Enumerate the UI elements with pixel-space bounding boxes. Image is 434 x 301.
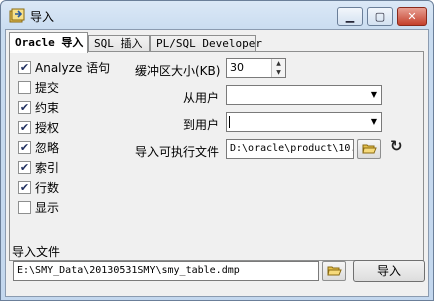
from-user-label: 从用户: [183, 91, 220, 105]
option-constraints[interactable]: ✔ 约束: [18, 99, 59, 115]
close-button[interactable]: ✕: [397, 7, 427, 26]
executable-label: 导入可执行文件: [135, 145, 220, 159]
spin-down-icon[interactable]: ▼: [272, 68, 285, 77]
option-show[interactable]: 显示: [18, 199, 59, 215]
executable-path-input[interactable]: D:\oracle\product\10.: [226, 139, 354, 159]
import-icon: [9, 8, 25, 23]
checkbox[interactable]: ✔: [18, 120, 31, 134]
import-file-input[interactable]: E:\SMY_Data\20130531SMY\smy_table.dmp: [13, 261, 319, 281]
checkbox[interactable]: [18, 80, 31, 94]
option-grants[interactable]: ✔ 授权: [18, 119, 59, 135]
from-user-select[interactable]: ▼: [226, 85, 382, 105]
checkbox[interactable]: ✔: [18, 160, 31, 174]
import-file-value: E:\SMY_Data\20130531SMY\smy_table.dmp: [17, 265, 240, 276]
option-ignore[interactable]: ✔ 忽略: [18, 139, 59, 155]
option-analyze[interactable]: ✔ Analyze 语句: [18, 59, 110, 75]
dialog-client: Oracle 导入 SQL 插入 PL/SQL Developer ✔ Analy…: [5, 29, 429, 297]
option-rows[interactable]: ✔ 行数: [18, 179, 59, 195]
title-bar[interactable]: 导入 ▁ ▢ ✕: [1, 1, 433, 31]
buffer-size-value: 30: [230, 61, 244, 74]
option-indexes[interactable]: ✔ 索引: [18, 159, 59, 175]
window-title: 导入: [30, 10, 55, 24]
import-button[interactable]: 导入: [353, 260, 425, 282]
chevron-down-icon[interactable]: ▼: [371, 113, 377, 131]
tab-plsql-developer[interactable]: PL/SQL Developer: [150, 35, 262, 52]
executable-path-value: D:\oracle\product\10.: [230, 143, 354, 154]
import-window: 导入 ▁ ▢ ✕ Oracle 导入 SQL 插入 PL/SQL Develop…: [0, 0, 434, 301]
buffer-size-spinner[interactable]: ▲ ▼: [271, 59, 285, 77]
refresh-icon[interactable]: ↻: [390, 137, 403, 155]
close-icon: ✕: [407, 10, 417, 23]
spin-up-icon[interactable]: ▲: [272, 59, 285, 68]
tab-sql-insert[interactable]: SQL 插入: [88, 35, 150, 52]
option-commit[interactable]: 提交: [18, 79, 59, 95]
tab-oracle-import[interactable]: Oracle 导入: [9, 32, 88, 53]
checkbox[interactable]: ✔: [18, 180, 31, 194]
buffer-size-input[interactable]: 30 ▲ ▼: [226, 58, 286, 78]
checkbox[interactable]: ✔: [18, 100, 31, 114]
minimize-icon: ▁: [345, 10, 355, 23]
folder-open-icon: [326, 266, 342, 276]
folder-open-icon: [361, 144, 377, 154]
checkbox[interactable]: ✔: [18, 60, 31, 74]
minimize-button[interactable]: ▁: [337, 7, 363, 26]
to-user-label: 到用户: [183, 118, 220, 132]
maximize-icon: ▢: [374, 10, 386, 23]
executable-browse-button[interactable]: [357, 139, 381, 159]
text-caret: [229, 116, 230, 128]
tab-panel-oracle-import: ✔ Analyze 语句 提交 ✔ 约束 ✔ 授权 ✔ 忽略 ✔ 索引 ✔ 行数 显示 缓冲…: [9, 51, 424, 261]
import-file-label: 导入文件: [12, 245, 61, 259]
checkbox[interactable]: ✔: [18, 140, 31, 154]
import-file-browse-button[interactable]: [322, 261, 346, 281]
checkbox[interactable]: [18, 200, 31, 214]
buffer-size-label: 缓冲区大小(KB): [135, 64, 221, 78]
maximize-button[interactable]: ▢: [367, 7, 393, 26]
to-user-select[interactable]: ▼: [226, 112, 382, 132]
chevron-down-icon[interactable]: ▼: [371, 86, 377, 104]
